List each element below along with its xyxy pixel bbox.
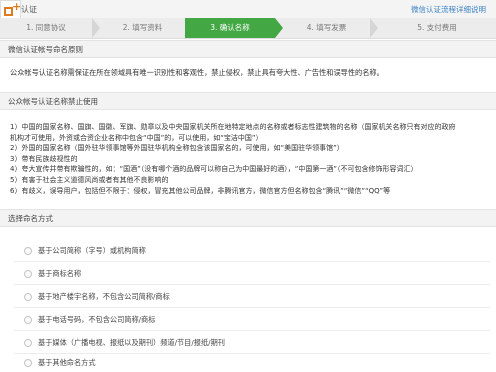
step-fill-info: 2. 填写资料 [122, 23, 163, 32]
option-phone-number[interactable]: 基于电话号码，不包含公司简称/商标 [24, 313, 494, 329]
section-naming-principle: 微信认证帐号命名原则 [0, 40, 496, 58]
top-bar: 认证 微信认证流程详细说明 [0, 0, 496, 19]
principle-text: 公众帐号认证名称需保证在所在领域具有唯一识别性和客观性，禁止侵权，禁止具有夸大性… [10, 68, 384, 77]
section-title: 微信认证帐号命名原则 [8, 45, 83, 54]
section-title: 公众帐号认证名称禁止使用 [8, 97, 98, 106]
list-item: 1）中国的国家名称、国旗、国徽、军旗、勋章以及中央国家机关所在地特定地点的名称或… [10, 123, 456, 131]
divider [14, 307, 490, 308]
option-label: 基于媒体（广播电视、报纸以及期刊）频道/节目/报纸/期刊 [38, 338, 225, 347]
option-media[interactable]: 基于媒体（广播电视、报纸以及期刊）频道/节目/报纸/期刊 [24, 336, 494, 352]
list-item: 6）有歧义，误导用户，包括但不限于：侵权，冒充其他公司品牌，非腾讯官方，微信官方… [10, 186, 391, 195]
option-label: 基于其他命名方式 [38, 358, 96, 367]
step-payment: 5. 支付费用 [417, 23, 457, 32]
radio-button[interactable] [24, 293, 32, 301]
divider [14, 353, 490, 354]
option-real-estate[interactable]: 基于地产楼宇名称，不包含公司简称/商标 [24, 290, 494, 306]
forbidden-list: 1）中国的国家名称、国旗、国徽、军旗、勋章以及中央国家机关所在地特定地点的名称或… [10, 122, 492, 196]
radio-button[interactable] [24, 316, 32, 324]
divider [14, 261, 490, 262]
option-label: 基于公司简称（字号）或机构简称 [38, 246, 146, 255]
section-choose-naming: 选择命名方式 [0, 209, 496, 227]
progress-steps: 1. 同意协议 2. 填写资料 3. 确认名称 4. 填写发票 5. 支付费用 [0, 18, 496, 39]
option-label: 基于电话号码，不包含公司简称/商标 [38, 315, 156, 324]
radio-button[interactable] [24, 247, 32, 255]
step-confirm-name: 3. 确认名称 [210, 23, 250, 32]
help-link[interactable]: 微信认证流程详细说明 [411, 4, 486, 15]
list-item: 2）外国的国家名称（国外驻华领事馆等外国驻华机构全称包含该国家名的，可使用，如“… [10, 144, 344, 153]
option-label: 基于商标名称 [38, 269, 82, 278]
divider [14, 284, 490, 285]
list-item: 3）带有民族歧视性的 [10, 154, 78, 163]
section-title: 选择命名方式 [8, 214, 53, 223]
page-title: 认证 [21, 5, 37, 14]
option-other[interactable]: 基于其他命名方式 [24, 356, 494, 372]
section-forbidden: 公众帐号认证名称禁止使用 [0, 92, 496, 110]
divider [14, 330, 490, 331]
list-item: 5）有害于社会主义道德风尚或者有其他不良影响的 [10, 175, 169, 184]
option-company-abbr[interactable]: 基于公司简称（字号）或机构简称 [24, 244, 494, 260]
step-agree: 1. 同意协议 [26, 23, 66, 32]
radio-button[interactable] [24, 359, 32, 367]
option-label: 基于地产楼宇名称，不包含公司简称/商标 [38, 292, 170, 301]
radio-button[interactable] [24, 270, 32, 278]
list-item: 机构才可使用，外资或合资企业名称中包含“中国”的，可以使用，如“宝洁中国”） [10, 133, 263, 142]
list-item: 4）夸大宣传并带有欺骗性的，如：“国酒”（没有哪个酒的品牌可以称自己为中国最好的… [10, 165, 418, 174]
step-invoice: 4. 填写发票 [306, 23, 347, 32]
option-trademark[interactable]: 基于商标名称 [24, 267, 494, 283]
radio-button[interactable] [24, 339, 32, 347]
